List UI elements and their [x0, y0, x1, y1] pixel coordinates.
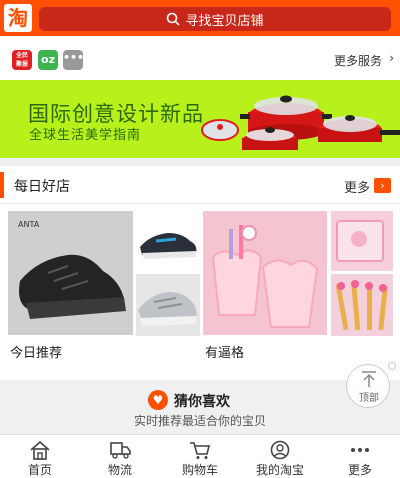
tab-my-taobao-label: 我的淘宝 [255, 463, 304, 477]
promo-banner[interactable]: 国际创意设计新品 全球生活美学指南 [0, 80, 400, 158]
user-icon [270, 440, 290, 460]
pink-pen-holder-image [203, 211, 327, 335]
caption-today-recommend[interactable]: 今日推荐 [10, 342, 62, 361]
banner-subtitle: 全球生活美学指南 [29, 128, 142, 143]
stationery-image-2[interactable] [331, 211, 393, 271]
cookware-image [201, 95, 400, 150]
stationery-image-3[interactable] [331, 274, 393, 336]
daily-shop-title: 每日好店 [14, 179, 70, 195]
tab-cart-label: 购物车 [181, 463, 218, 477]
guess-subtitle: 实时推荐最适合你的宝贝 [133, 414, 266, 428]
shoe-main-image[interactable]: ANTA [8, 211, 133, 335]
brand-mark: ANTA [18, 220, 40, 229]
back-to-top-button[interactable]: 顶部 [346, 364, 390, 408]
heart-icon: ♥ [148, 390, 168, 410]
more-dots-icon[interactable]: ••• [63, 50, 85, 70]
more-icon [351, 448, 369, 452]
tab-home[interactable]: 首页 [0, 435, 80, 478]
daily-shop-more-link[interactable]: 更多 [344, 177, 370, 196]
tab-more-label: 更多 [347, 463, 372, 477]
search-icon [167, 12, 181, 26]
quanmin-jubao-label: 全民 聚报 [15, 52, 28, 68]
sneaker-blue-image [140, 233, 197, 259]
stationery-main-image[interactable] [203, 211, 327, 335]
bottom-tab-bar: 首页 物流 购物车 我的淘宝 更多 [0, 434, 400, 478]
o2o-icon[interactable]: oz [38, 50, 58, 70]
cart-icon [190, 442, 211, 459]
caption-you-bige[interactable]: 有逼格 [205, 342, 244, 361]
chevron-right-icon: › [389, 51, 394, 65]
daily-shop-header: 每日好店 更多 › [0, 166, 400, 204]
search-bar[interactable]: 寻找宝贝店铺 [39, 7, 391, 31]
tab-logistics[interactable]: 物流 [80, 435, 160, 478]
shoe-image-3[interactable] [136, 274, 200, 336]
search-placeholder: 寻找宝贝店铺 [185, 13, 264, 29]
sneaker-black-image: ANTA [8, 211, 133, 335]
section-divider [0, 158, 400, 166]
back-to-top-label: 顶部 [359, 393, 379, 404]
scroll-indicator [388, 362, 396, 370]
tab-logistics-label: 物流 [107, 463, 132, 477]
top-header: 淘 寻找宝贝店铺 [0, 0, 400, 36]
tab-home-label: 首页 [27, 463, 52, 477]
chevron-right-icon[interactable]: › [374, 178, 391, 193]
more-services-link[interactable]: 更多服务 [334, 52, 382, 69]
quanmin-jubao-icon[interactable]: 全民 聚报 [12, 50, 32, 70]
sneaker-grey-image [138, 292, 197, 326]
pink-pens-image [331, 274, 393, 336]
shoe-image-2[interactable] [136, 211, 200, 271]
tab-more[interactable]: 更多 [320, 435, 400, 478]
tab-cart[interactable]: 购物车 [160, 435, 240, 478]
pink-notebook-image [331, 211, 393, 271]
services-row: 全民 聚报 oz ••• 更多服务 › [0, 36, 400, 80]
o2o-label: oz [41, 53, 55, 66]
home-icon [30, 440, 50, 460]
guess-title: 猜你喜欢 [174, 394, 230, 410]
tab-my-taobao[interactable]: 我的淘宝 [240, 435, 320, 478]
taobao-logo[interactable]: 淘 [4, 4, 32, 32]
guess-you-like-section: ♥ 猜你喜欢 实时推荐最适合你的宝贝 [0, 380, 400, 434]
accent-bar [0, 172, 4, 198]
truck-icon [110, 442, 131, 459]
arrow-up-icon [362, 371, 376, 387]
more-dots-label: ••• [63, 51, 85, 64]
